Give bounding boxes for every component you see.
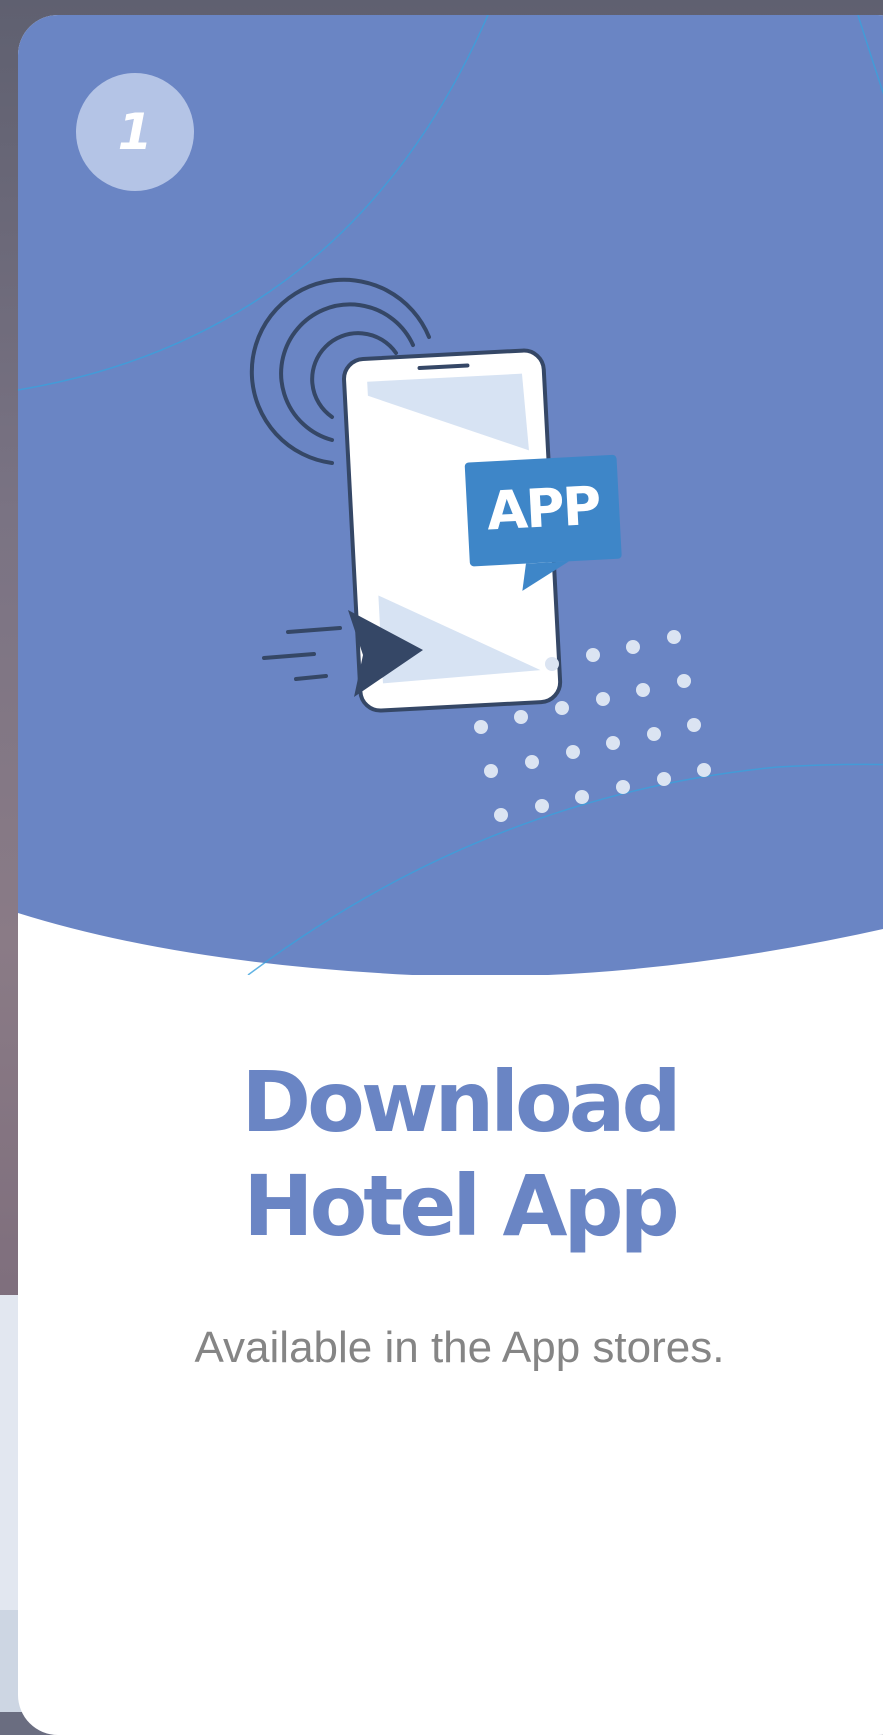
card-title: Download Hotel App bbox=[18, 1050, 883, 1258]
svg-text:APP: APP bbox=[485, 476, 601, 543]
step-number: 1 bbox=[117, 103, 153, 161]
step-number-badge: 1 bbox=[76, 73, 194, 191]
card-subtitle: Available in the App stores. bbox=[194, 1323, 725, 1372]
card-title-line1: Download bbox=[241, 1053, 681, 1151]
step-card[interactable]: APP 1 Download Hotel App Available in th… bbox=[18, 15, 883, 1735]
card-title-line2: Hotel App bbox=[243, 1157, 679, 1255]
hero-illustration-area: APP 1 bbox=[18, 15, 883, 975]
